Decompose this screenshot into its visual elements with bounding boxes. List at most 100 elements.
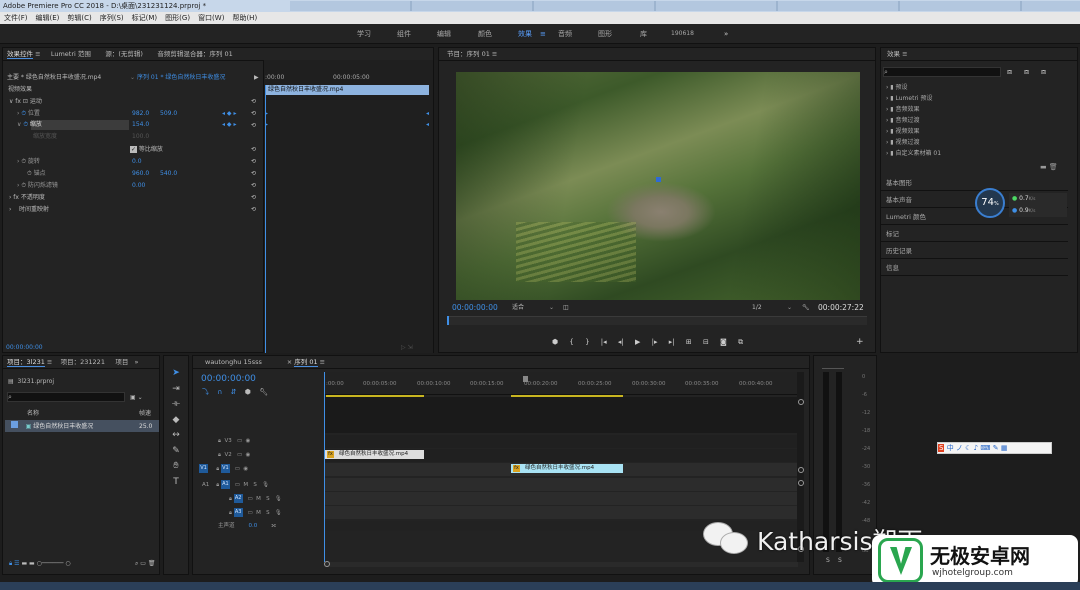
effects-folder-custom-bin[interactable]: › ▮ 自定义素材箱 01	[886, 148, 941, 157]
fx-badge-icon[interactable]: ∨ fx ⊡	[9, 98, 28, 105]
ime-moon-icon[interactable]: ☾	[965, 444, 971, 452]
keyframe-marker-icon[interactable]: ◂	[426, 119, 429, 130]
tab-audio-clip-mixer[interactable]: 音频剪辑混合器：序列 01	[157, 50, 232, 58]
track-label-a2[interactable]: A2	[233, 494, 243, 503]
workspace-effects[interactable]: 效果	[518, 24, 532, 44]
keyframe-nav-icon[interactable]: ◂ ◆ ▸	[222, 108, 236, 119]
button-editor-plus-icon[interactable]: +	[856, 337, 864, 348]
panel-info[interactable]: 信息	[880, 260, 1068, 276]
panel-essential-graphics[interactable]: 基本图形	[880, 175, 1068, 191]
resolution-dropdown[interactable]: 1/2	[752, 302, 762, 313]
menu-clip[interactable]: 剪辑(C)	[63, 14, 95, 22]
menu-marker[interactable]: 标记(M)	[128, 14, 162, 22]
type-tool-icon[interactable]: T	[170, 475, 182, 491]
mute-button[interactable]: M	[243, 482, 248, 488]
workspace-color[interactable]: 颜色	[478, 24, 492, 44]
hand-tool-icon[interactable]: ✋︎	[170, 459, 182, 475]
scale-value[interactable]: 154.0	[132, 119, 149, 130]
eye-icon[interactable]: ◉	[243, 466, 248, 472]
lock-icon[interactable]: 🔒︎	[229, 510, 232, 516]
workspace-assembly[interactable]: 组件	[397, 24, 411, 44]
add-marker-icon[interactable]: ⬢	[552, 338, 558, 346]
position-x-value[interactable]: 982.0	[132, 108, 149, 119]
mark-out-icon[interactable]: }	[585, 338, 589, 346]
antiflicker-value[interactable]: 0.00	[132, 180, 145, 191]
tab-effect-controls[interactable]: 效果控件	[7, 50, 33, 59]
program-monitor-title[interactable]: 节目：序列 01	[447, 50, 490, 58]
effects-search-input[interactable]: ⌕	[883, 67, 1001, 77]
meter-solo-left[interactable]: S	[826, 557, 830, 564]
dropdown-arrow-icon[interactable]: ⌄	[130, 72, 135, 83]
scroll-handle-icon[interactable]	[798, 399, 804, 405]
position-y-value[interactable]: 509.0	[160, 108, 177, 119]
timeline-hscroll[interactable]	[324, 562, 798, 567]
mic-icon[interactable]: 🎙︎	[275, 510, 282, 516]
lock-icon[interactable]: 🔒︎	[216, 482, 219, 488]
workspace-menu-icon[interactable]: ≡	[540, 24, 546, 44]
stopwatch-icon[interactable]: ⏱	[21, 158, 26, 165]
track-label-v2[interactable]: V2	[224, 452, 231, 458]
time-remap-row[interactable]: › 时间重映射	[9, 204, 49, 215]
program-scrubber[interactable]	[447, 316, 867, 325]
effects-folder-audio-effects[interactable]: › ▮ 音频效果	[886, 104, 920, 113]
track-label-a1[interactable]: A1	[220, 480, 230, 489]
opacity-row[interactable]: › fx 不透明度	[9, 192, 45, 203]
tab-project-a[interactable]: 项目：3l231	[7, 358, 45, 367]
checkbox-icon[interactable]: ✓	[130, 146, 137, 153]
mute-button[interactable]: M	[256, 510, 261, 516]
timeline-clip-v1[interactable]: 绿色自然秋日丰收盛况.mp4	[511, 464, 623, 473]
ec-timecode[interactable]: 00:00:00:00	[6, 342, 43, 353]
menu-window[interactable]: 窗口(W)	[194, 14, 228, 22]
sync-lock-icon[interactable]: ▭	[237, 438, 242, 444]
workspace-learn[interactable]: 学习	[357, 24, 371, 44]
sequence-clip-label[interactable]: 序列 01 * 绿色自然秋日丰收盛况	[137, 72, 225, 83]
keyframe-nav-icon[interactable]: ◂ ◆ ▸	[222, 119, 236, 130]
play-only-icon[interactable]: ▶	[254, 72, 259, 83]
meter-solo-right[interactable]: S	[838, 557, 842, 564]
ime-chinese-mode-icon[interactable]: 中	[947, 444, 954, 452]
menu-file[interactable]: 文件(F)	[0, 14, 32, 22]
project-item[interactable]: ▣ 绿色自然秋日丰收盛况	[11, 421, 93, 432]
scroll-handle-icon[interactable]	[798, 467, 804, 473]
extract-icon[interactable]: ⊟	[703, 338, 709, 346]
motion-row[interactable]: ∨ fx ⊡ 运动	[9, 96, 42, 107]
anchor-x-value[interactable]: 960.0	[132, 168, 149, 179]
stopwatch-icon[interactable]: ⏱	[21, 110, 26, 117]
effects-folder-audio-transitions[interactable]: › ▮ 音频过渡	[886, 115, 920, 124]
sync-lock-icon[interactable]: ▭	[247, 496, 252, 502]
more-panels-icon[interactable]: »	[135, 358, 139, 366]
sync-lock-icon[interactable]: ▭	[235, 482, 240, 488]
solo-button[interactable]: S	[266, 510, 270, 516]
column-frame-rate[interactable]: 帧速	[139, 408, 151, 419]
resolution-chevron-icon[interactable]: ⌄	[787, 302, 792, 313]
yuv-effects-icon[interactable]: ⧈	[1041, 67, 1046, 77]
ripple-edit-tool-icon[interactable]: ⟛	[170, 397, 182, 413]
reset-icons[interactable]: ⟲ ⟲ ⟲ ⟲ ⟲ ⟲ ⟲ ⟲ ⟲	[251, 96, 256, 213]
play-icon[interactable]: ▶	[635, 338, 640, 346]
menu-help[interactable]: 帮助(H)	[228, 14, 261, 22]
comparison-view-icon[interactable]: ⧉	[738, 338, 743, 346]
stopwatch-icon[interactable]: ⏱	[23, 121, 28, 128]
mic-icon[interactable]: 🎙︎	[275, 496, 282, 502]
tab-sequence-01[interactable]: 序列 01	[294, 358, 318, 367]
keyframe-marker-icon[interactable]: ▸	[265, 108, 268, 119]
icon-view-icon[interactable]: ▬	[21, 560, 27, 567]
sync-lock-icon[interactable]: ▭	[247, 510, 252, 516]
master-volume[interactable]: 0.0	[249, 523, 258, 529]
keyframe-marker-icon[interactable]: ▸	[265, 119, 268, 130]
workspace-custom[interactable]: 190618	[671, 24, 694, 44]
lock-icon[interactable]: 🔒︎	[229, 496, 232, 502]
ime-toolbar[interactable]: S 中 ノ ☾ ♪ ⌨ ✎ ▦	[937, 442, 1052, 454]
lock-icon[interactable]: 🔒︎	[9, 560, 12, 567]
go-to-in-icon[interactable]: |◂	[601, 338, 607, 346]
lift-icon[interactable]: ⊞	[686, 338, 692, 346]
label-color-icon[interactable]	[11, 421, 18, 428]
source-patch-v1[interactable]: V1	[199, 464, 208, 473]
track-select-tool-icon[interactable]: ⇥	[170, 382, 182, 398]
eye-icon[interactable]: ◉	[246, 452, 251, 458]
tab-source[interactable]: 源：(无剪辑)	[105, 50, 143, 58]
menu-edit[interactable]: 编辑(E)	[32, 14, 64, 22]
timeline-clip-v2[interactable]: 绿色自然秋日丰收盛况.mp4	[325, 450, 424, 459]
keyframe-marker-icon[interactable]: ◂	[426, 108, 429, 119]
ime-keyboard-icon[interactable]: ⌨	[980, 444, 990, 452]
